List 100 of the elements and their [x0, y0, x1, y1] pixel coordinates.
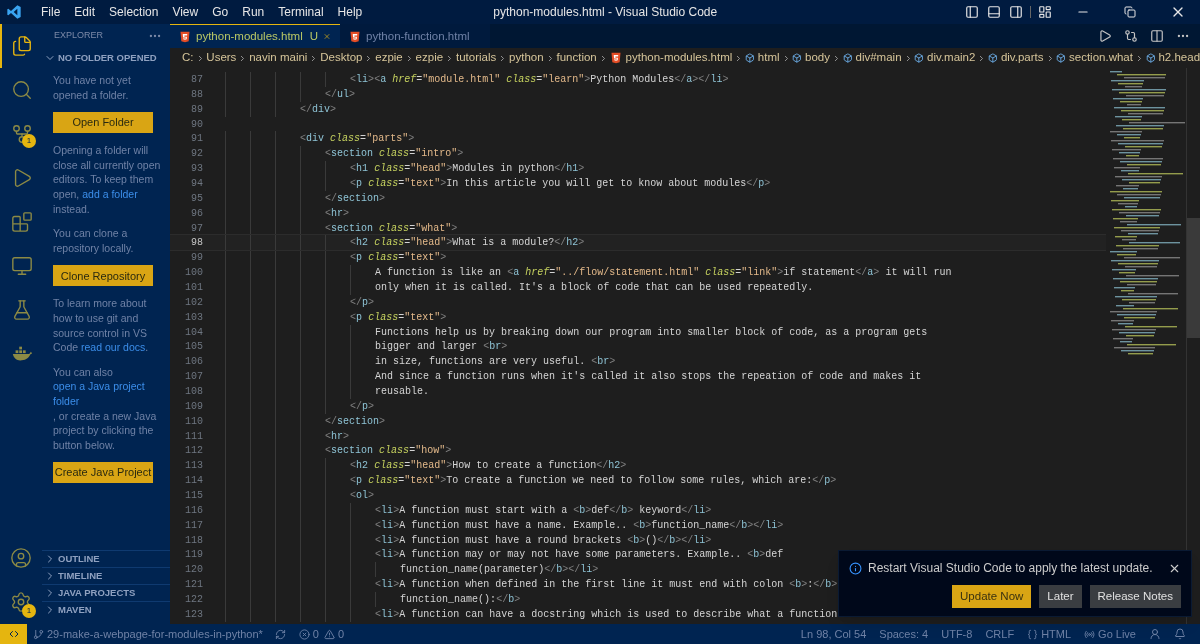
line-number: 94 [190, 176, 203, 191]
breadcrumb-item[interactable]: tutorials [455, 49, 497, 67]
menu-item[interactable]: Help [330, 0, 370, 24]
search-icon [11, 79, 33, 101]
breadcrumb-item[interactable]: Desktop [320, 49, 363, 67]
line-number: 114 [184, 474, 203, 489]
code-line: </section> [225, 190, 386, 206]
settings-icon [10, 591, 32, 613]
indentation-status[interactable]: Spaces: 4 [879, 625, 929, 643]
breadcrumb-item[interactable]: div#main [855, 49, 902, 67]
code-line: function_name(parameter)</b></li> [225, 562, 599, 578]
breadcrumb-item[interactable]: div.main2 [927, 49, 976, 67]
sidebar-button[interactable]: Clone Repository [53, 265, 153, 287]
link[interactable]: open a Java project folder [53, 379, 162, 409]
breadcrumb-item[interactable]: ezpie [415, 49, 444, 67]
notification-message: Restart Visual Studio Code to apply the latest update. [868, 560, 1153, 577]
breadcrumb-item[interactable]: python-modules.html [625, 49, 733, 67]
account-icon [10, 547, 32, 569]
code-line: </section> [225, 413, 386, 429]
branch-status[interactable]: 29-make-a-webpage-for-modules-in-python* [33, 625, 263, 643]
notification-badge: 1 [22, 604, 36, 618]
code-line: <section class="how"> [225, 443, 452, 459]
sync-icon[interactable] [274, 628, 286, 640]
notification-button[interactable]: Release Notes [1089, 585, 1181, 608]
line-number: 112 [184, 444, 203, 459]
breadcrumb-item[interactable]: navin maini [249, 49, 308, 67]
breadcrumb-item[interactable]: python [509, 49, 544, 67]
line-number: 110 [184, 414, 203, 429]
go-live-button[interactable]: Go Live [1084, 625, 1136, 643]
panel-toggle-icon[interactable] [987, 5, 1001, 19]
panel-header[interactable]: OUTLINE [42, 550, 170, 567]
code-line: bigger and larger <br> [225, 339, 508, 355]
breadcrumb-item[interactable]: C: [182, 49, 194, 67]
run-icon[interactable] [1098, 29, 1112, 43]
cursor-position[interactable]: Ln 98, Col 54 [800, 625, 867, 643]
line-number: 122 [184, 593, 203, 607]
sidebar-paragraph: You have not yet opened a folder. [53, 73, 132, 103]
line-number: 104 [184, 325, 203, 340]
menu-item[interactable]: Edit [67, 0, 103, 24]
menu-item[interactable]: View [165, 0, 206, 24]
line-number: 105 [184, 340, 203, 355]
menu-item[interactable]: Terminal [271, 0, 331, 24]
panel-header[interactable]: TIMELINE [42, 567, 170, 584]
link[interactable]: add a folder [82, 186, 138, 202]
app-logo-icon[interactable] [6, 4, 22, 20]
code-line: <h2 class="head">How to create a function</h2> [225, 458, 627, 474]
flask-icon [11, 299, 33, 321]
breadcrumb-item[interactable]: section.what [1069, 49, 1133, 67]
sidebar-button[interactable]: Open Folder [53, 112, 153, 134]
code-line: </p> [225, 294, 375, 310]
window-title: python-modules.html - Visual Studio Code [493, 4, 718, 21]
braces-icon [1027, 628, 1039, 640]
bell-icon[interactable] [1174, 628, 1186, 640]
element-icon [914, 52, 925, 64]
activity-bar-item[interactable]: 1 [0, 580, 42, 624]
line-number: 102 [184, 295, 203, 310]
remote-button[interactable] [0, 624, 27, 644]
encoding-status[interactable]: UTF-8 [941, 625, 973, 643]
breadcrumb-item[interactable]: h2.head [1158, 49, 1200, 67]
element-icon [1056, 52, 1066, 64]
notification-badge: 1 [22, 134, 36, 148]
notification-button[interactable]: Later [1039, 585, 1082, 608]
breadcrumb-item[interactable]: html [757, 49, 780, 67]
line-number: 90 [190, 117, 203, 132]
activity-bar-item[interactable]: 1 [0, 112, 42, 156]
secondary-sidebar-toggle-icon[interactable] [1009, 5, 1023, 19]
code-line: <h2 class="head">What is a module?</h2> [225, 235, 585, 251]
notification-button[interactable]: Update Now [952, 585, 1032, 608]
scrollbar-thumb[interactable] [1187, 218, 1200, 338]
breadcrumb-item[interactable]: function [556, 49, 597, 67]
breadcrumb-item[interactable]: Users [206, 49, 237, 67]
menu-item[interactable]: Go [205, 0, 236, 24]
restore-icon[interactable] [1124, 6, 1136, 18]
code-line: </ul> [225, 86, 356, 102]
sidebar-toggle-icon[interactable] [965, 5, 979, 19]
menu-item[interactable]: Run [235, 0, 272, 24]
problems-status[interactable]: 0 0 [298, 625, 345, 643]
feedback-icon[interactable] [1149, 628, 1161, 640]
language-status[interactable]: HTML [1027, 625, 1072, 643]
info-icon [849, 561, 862, 575]
element-icon [1145, 52, 1156, 64]
line-number: 123 [184, 607, 203, 622]
editor-tab[interactable]: python-function.html [340, 24, 490, 48]
breadcrumb-item[interactable]: ezpie [375, 49, 403, 67]
section-header[interactable]: NO FOLDER OPENED [42, 48, 170, 68]
editor-tab[interactable]: python-modules.html U [170, 24, 340, 48]
compare-icon[interactable] [1124, 29, 1138, 43]
line-number: 119 [184, 548, 203, 563]
menu-item[interactable]: Selection [102, 0, 166, 24]
html-file-icon [349, 30, 361, 43]
panel-header[interactable]: JAVA PROJECTS [42, 584, 170, 601]
line-number: 109 [184, 399, 203, 414]
sidebar-button[interactable]: Create Java Project [53, 462, 153, 484]
breadcrumb-item[interactable]: body [805, 49, 830, 67]
line-ending-status[interactable]: CRLF [985, 625, 1015, 643]
panel-header[interactable]: MAVEN [42, 601, 170, 618]
split-editor-icon[interactable] [1150, 29, 1164, 43]
layout-icon[interactable] [1038, 5, 1052, 19]
menu-item[interactable]: File [34, 0, 68, 24]
breadcrumb-item[interactable]: div.parts [1000, 49, 1044, 67]
